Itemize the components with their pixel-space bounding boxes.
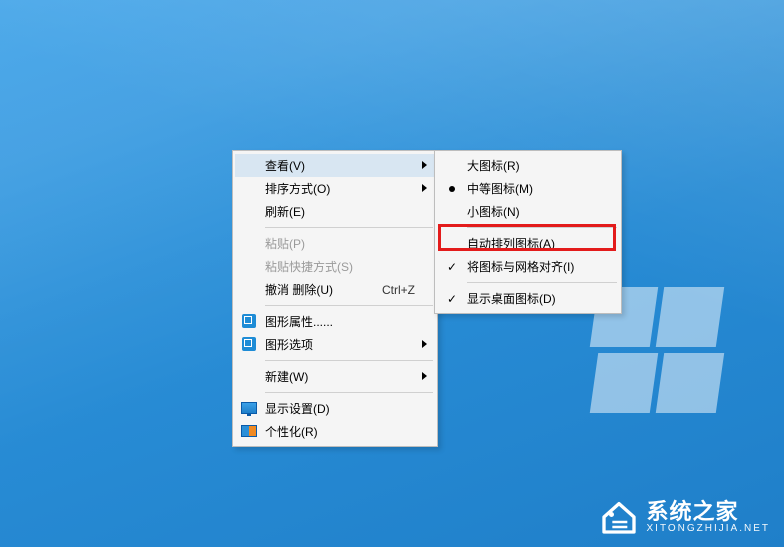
menu-item-label: 图形选项 [265,336,415,353]
menu-separator [265,227,433,228]
menu-separator [265,392,433,393]
submenu-item-label: 将图标与网格对齐(I) [467,258,599,275]
watermark-url: XITONGZHIJIA.NET [647,523,771,534]
submenu-arrow-icon [422,372,427,380]
menu-separator [265,305,433,306]
submenu-arrow-icon [422,184,427,192]
submenu-show-desktop-icons[interactable]: ✓ 显示桌面图标(D) [437,287,619,310]
menu-item-label: 刷新(E) [265,203,415,220]
monitor-icon [241,400,257,416]
menu-item-label: 撤消 删除(U) [265,281,372,298]
menu-item-shortcut: Ctrl+Z [382,283,415,297]
menu-separator [467,282,617,283]
menu-graphics-properties[interactable]: 图形属性...... [235,310,435,333]
check-icon: ✓ [447,260,457,274]
submenu-auto-arrange[interactable]: 自动排列图标(A) [437,232,619,255]
menu-item-label: 排序方式(O) [265,180,415,197]
menu-paste: 粘贴(P) [235,232,435,255]
submenu-item-label: 中等图标(M) [467,180,599,197]
menu-display-settings[interactable]: 显示设置(D) [235,397,435,420]
desktop-background: 查看(V) 排序方式(O) 刷新(E) 粘贴(P) 粘贴快捷方式(S) 撤消 删… [0,0,784,547]
menu-personalize[interactable]: 个性化(R) [235,420,435,443]
menu-paste-shortcut: 粘贴快捷方式(S) [235,255,435,278]
submenu-item-label: 自动排列图标(A) [467,235,599,252]
radio-dot-icon [449,186,455,192]
watermark-house-icon [599,497,639,537]
submenu-large-icons[interactable]: 大图标(R) [437,154,619,177]
menu-item-label: 新建(W) [265,368,415,385]
menu-item-label: 个性化(R) [265,423,415,440]
check-icon: ✓ [447,292,457,306]
menu-item-label: 显示设置(D) [265,400,415,417]
watermark-title: 系统之家 [647,500,771,524]
submenu-arrow-icon [422,340,427,348]
menu-refresh[interactable]: 刷新(E) [235,200,435,223]
menu-view[interactable]: 查看(V) [235,154,435,177]
watermark: 系统之家 XITONGZHIJIA.NET [599,497,771,537]
intel-graphics-icon [241,313,257,329]
menu-separator [467,227,617,228]
intel-graphics-icon [241,336,257,352]
menu-item-label: 查看(V) [265,157,415,174]
personalize-icon [241,423,257,439]
submenu-arrow-icon [422,161,427,169]
submenu-align-to-grid[interactable]: ✓ 将图标与网格对齐(I) [437,255,619,278]
menu-item-label: 粘贴快捷方式(S) [265,258,415,275]
submenu-item-label: 显示桌面图标(D) [467,290,599,307]
menu-separator [265,360,433,361]
menu-item-label: 图形属性...... [265,313,415,330]
menu-undo-delete[interactable]: 撤消 删除(U) Ctrl+Z [235,278,435,301]
submenu-small-icons[interactable]: 小图标(N) [437,200,619,223]
menu-item-label: 粘贴(P) [265,235,415,252]
menu-new[interactable]: 新建(W) [235,365,435,388]
submenu-item-label: 小图标(N) [467,203,599,220]
submenu-medium-icons[interactable]: 中等图标(M) [437,177,619,200]
submenu-item-label: 大图标(R) [467,157,599,174]
menu-sort-by[interactable]: 排序方式(O) [235,177,435,200]
menu-graphics-options[interactable]: 图形选项 [235,333,435,356]
desktop-context-menu: 查看(V) 排序方式(O) 刷新(E) 粘贴(P) 粘贴快捷方式(S) 撤消 删… [232,150,438,447]
view-submenu: 大图标(R) 中等图标(M) 小图标(N) 自动排列图标(A) ✓ 将图标与网格… [434,150,622,314]
